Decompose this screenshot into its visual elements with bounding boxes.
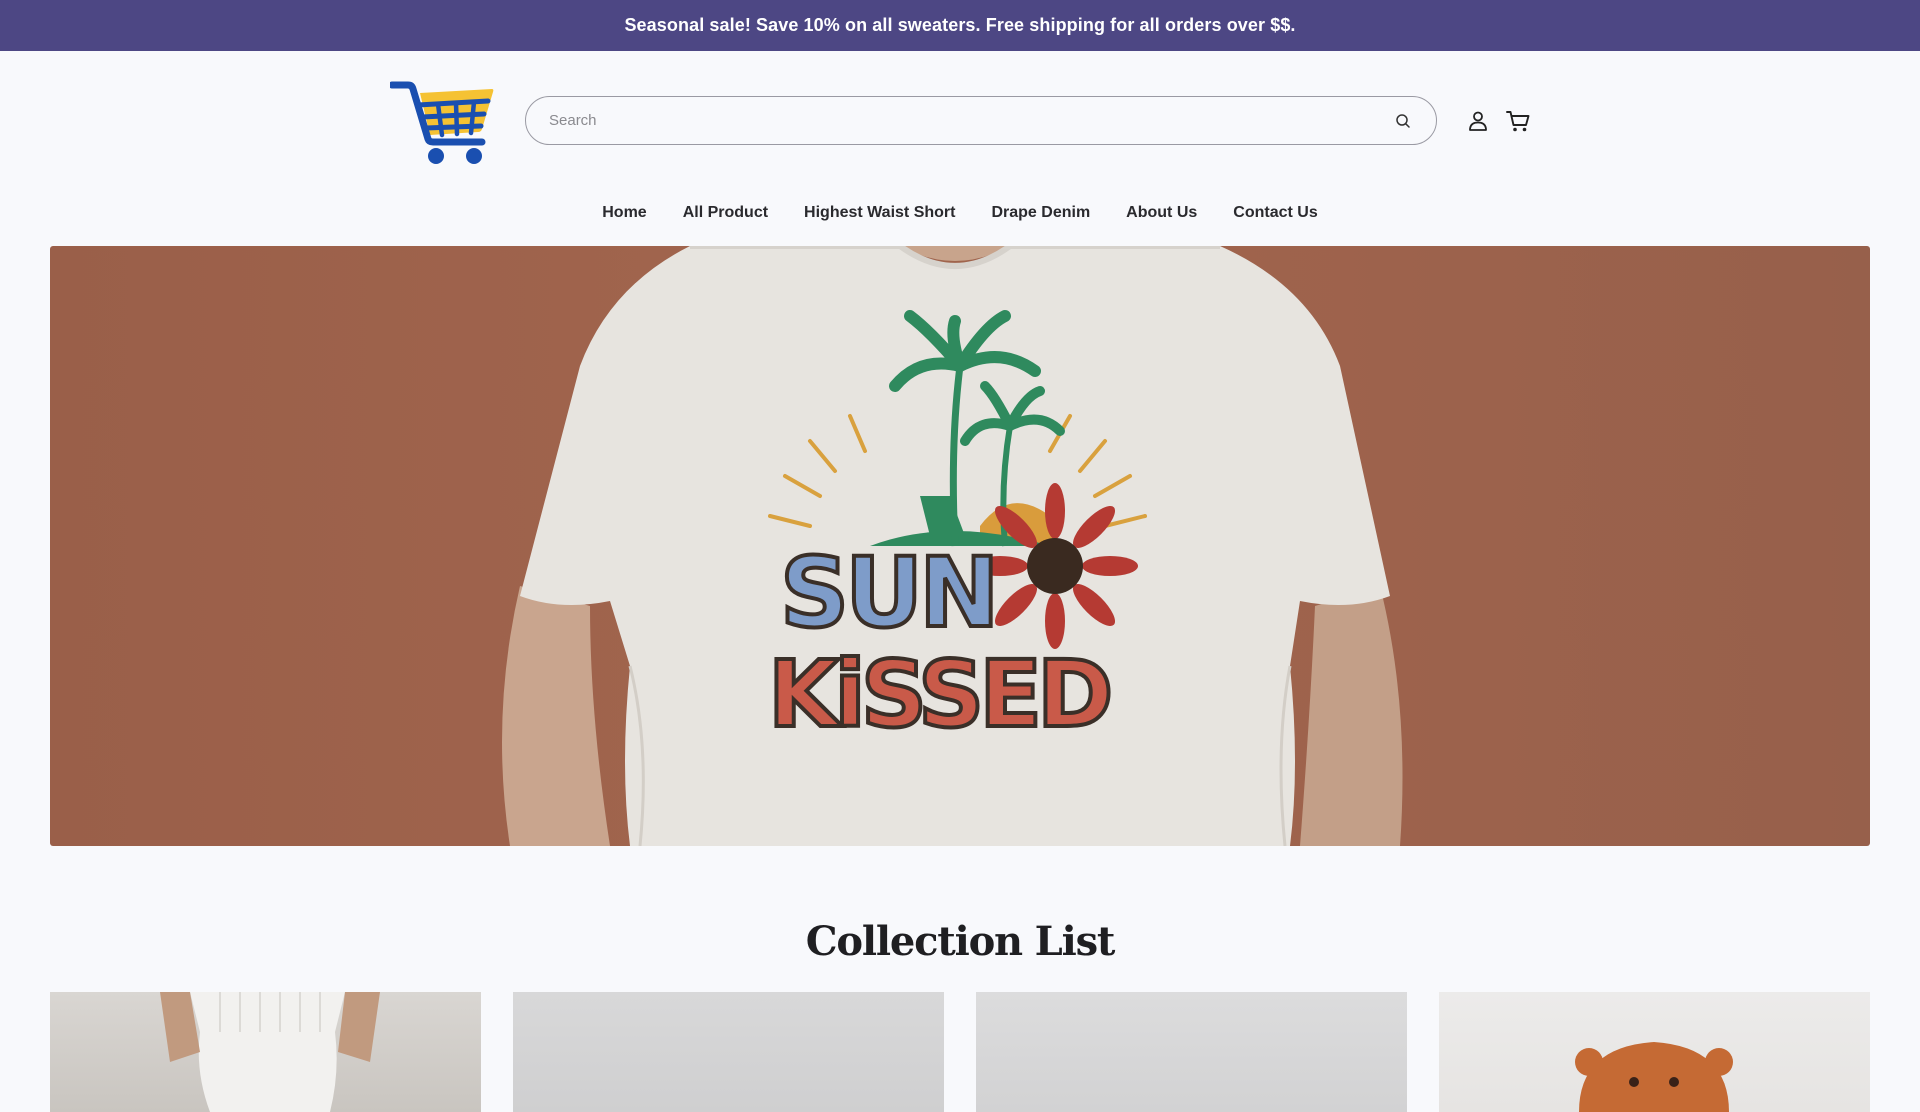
shopping-cart-logo-icon: [388, 81, 494, 164]
search-input[interactable]: [549, 112, 1392, 129]
hero-graphic-text-sun: SUN: [780, 537, 995, 649]
collection-image: [160, 992, 380, 1112]
nav-item-all-product[interactable]: All Product: [665, 204, 786, 222]
collection-card[interactable]: [976, 992, 1407, 1112]
hero-image: SUN KiSSED: [502, 246, 1403, 846]
hero-graphic-text-kissed: KiSSED: [768, 641, 1109, 748]
collection-card[interactable]: [1439, 992, 1870, 1112]
site-header: Home All Product Highest Waist Short Dra…: [0, 51, 1920, 246]
main-navigation: Home All Product Highest Waist Short Dra…: [0, 193, 1920, 233]
cart-button[interactable]: [1503, 106, 1533, 136]
collection-card[interactable]: [513, 992, 944, 1112]
cart-icon: [1506, 111, 1530, 132]
collection-image: [1575, 1042, 1733, 1112]
user-icon: [1469, 111, 1487, 131]
search-button[interactable]: [1392, 110, 1414, 132]
nav-item-highest-waist-short[interactable]: Highest Waist Short: [786, 204, 973, 222]
collection-card[interactable]: [50, 992, 481, 1112]
announcement-text: Seasonal sale! Save 10% on all sweaters.…: [624, 15, 1296, 35]
store-logo[interactable]: [388, 79, 498, 167]
announcement-bar: Seasonal sale! Save 10% on all sweaters.…: [0, 0, 1920, 51]
nav-item-about-us[interactable]: About Us: [1108, 204, 1215, 222]
account-button[interactable]: [1463, 106, 1493, 136]
collection-grid: [50, 992, 1870, 1112]
collection-list-title: Collection List: [805, 918, 1116, 965]
hero-banner[interactable]: SUN KiSSED: [50, 246, 1870, 846]
nav-item-home[interactable]: Home: [584, 204, 664, 222]
search-icon: [1396, 113, 1410, 128]
nav-item-contact-us[interactable]: Contact Us: [1215, 204, 1335, 222]
search-bar: [525, 96, 1437, 145]
nav-item-drape-denim[interactable]: Drape Denim: [973, 204, 1108, 222]
